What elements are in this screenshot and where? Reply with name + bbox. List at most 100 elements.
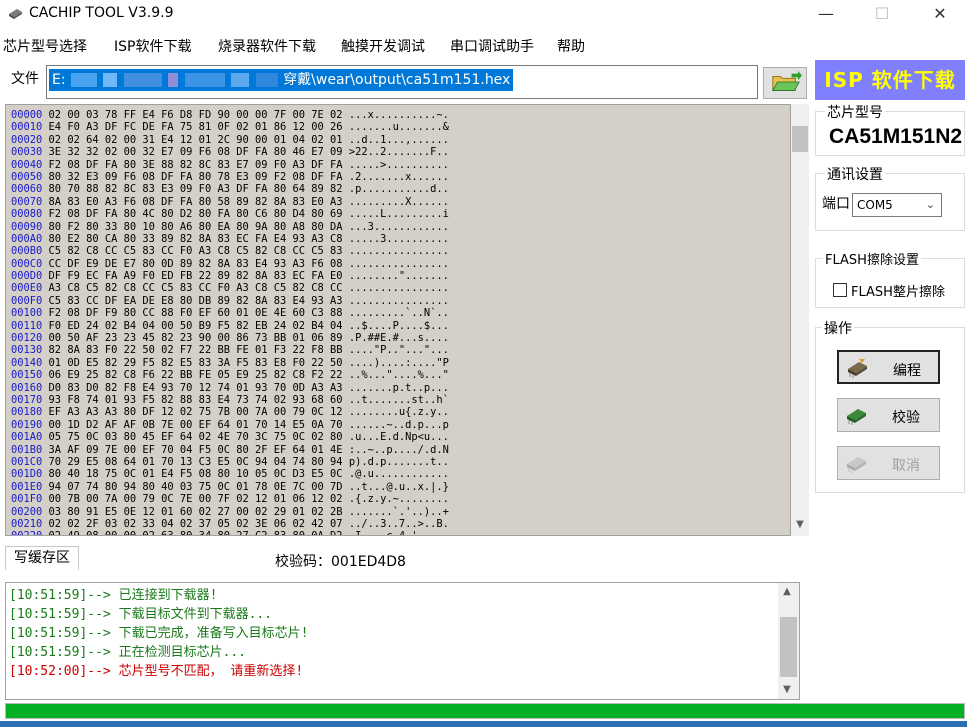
scroll-down-icon[interactable]: ▼ bbox=[778, 681, 796, 699]
hex-address: 000C0 bbox=[11, 257, 43, 270]
cancel-label: 取消 bbox=[892, 458, 920, 474]
hex-bytes: 00 50 AF 23 23 45 82 23 90 00 86 73 BB 0… bbox=[48, 332, 343, 345]
flash-erase-title: FLASH擦除设置 bbox=[823, 249, 921, 268]
hex-address: 000A0 bbox=[11, 232, 43, 245]
hex-address: 000D0 bbox=[11, 270, 43, 283]
chip-model-title: 芯片型号 bbox=[825, 102, 885, 122]
port-select[interactable]: COM5 ⌄ bbox=[852, 193, 942, 217]
hex-bytes: 00 7B 00 7A 00 79 0C 7E 00 7F 02 12 01 0… bbox=[48, 493, 343, 506]
hex-ascii: .p...........d.. bbox=[348, 183, 449, 196]
hex-address: 00070 bbox=[11, 195, 43, 208]
log-scrollbar[interactable]: ▲ ▼ bbox=[778, 583, 799, 699]
log-output[interactable]: [10:51:59]--> 已连接到下载器! [10:51:59]--> 下载目标… bbox=[5, 582, 800, 700]
hex-address: 00050 bbox=[11, 170, 43, 183]
log-message: 已连接到下载器! bbox=[118, 588, 218, 603]
scroll-up-icon[interactable]: ▲ bbox=[778, 583, 796, 601]
hex-line: 00180 EF A3 A3 A3 80 DF 12 02 75 7B 00 7… bbox=[11, 406, 790, 418]
hex-bytes: F2 08 DF F9 80 CC 88 F0 EF 60 01 0E 4E 6… bbox=[48, 307, 343, 320]
write-buffer-tab[interactable]: 写缓存区 bbox=[5, 546, 79, 570]
hex-address: 00000 bbox=[11, 109, 43, 121]
taskbar-strip bbox=[0, 721, 967, 727]
hex-bytes: 00 1D D2 AF AF 0B 7E 00 EF 64 01 70 14 E… bbox=[48, 418, 343, 431]
hex-scrollbar[interactable]: ▼ bbox=[791, 104, 809, 536]
hex-line: 00210 02 02 2F 03 02 33 04 02 37 05 02 3… bbox=[11, 518, 790, 530]
log-time: [10:51:59]--> bbox=[9, 645, 111, 660]
menu-programmer-download[interactable]: 烧录器软件下载 bbox=[218, 36, 316, 56]
hex-bytes: 3E 32 32 02 00 32 E7 09 F6 08 DF FA 80 4… bbox=[48, 146, 343, 159]
menu-serial-assistant[interactable]: 串口调试助手 bbox=[450, 36, 534, 56]
hex-ascii: .....L.........i bbox=[348, 208, 449, 221]
hex-line: 00110 F0 ED 24 02 B4 04 00 50 B9 F5 82 E… bbox=[11, 320, 790, 332]
hex-address: 00210 bbox=[11, 517, 43, 530]
hex-dump-view[interactable]: 00000 02 00 03 78 FF E4 F6 D8 FD 90 00 0… bbox=[5, 104, 791, 536]
chip-verify-icon bbox=[847, 409, 866, 425]
menu-isp-download[interactable]: ISP软件下载 bbox=[114, 36, 191, 56]
hex-address: 00160 bbox=[11, 381, 43, 394]
file-path-end: 穿戴\wear\output\ca51m151.hex bbox=[283, 72, 511, 88]
hex-ascii: ................ bbox=[348, 282, 449, 295]
hex-ascii: ...3............ bbox=[348, 220, 449, 233]
hex-line: 00140 01 0D E5 82 29 F5 82 E5 83 3A F5 8… bbox=[11, 357, 790, 369]
hex-line: 00060 80 70 88 82 8C 83 E3 09 F0 A3 DF F… bbox=[11, 183, 790, 195]
hex-address: 001A0 bbox=[11, 431, 43, 444]
verify-button[interactable]: 校验 bbox=[837, 398, 940, 432]
chip-app-icon bbox=[9, 9, 22, 19]
scroll-down-icon[interactable]: ▼ bbox=[791, 516, 809, 534]
cancel-button[interactable]: 取消 bbox=[837, 446, 940, 480]
hex-bytes: EF A3 A3 A3 80 DF 12 02 75 7B 00 7A 00 7… bbox=[48, 406, 343, 419]
hex-address: 000F0 bbox=[11, 294, 43, 307]
hex-line: 00020 02 02 64 02 00 31 E4 12 01 2C 90 0… bbox=[11, 134, 790, 146]
hex-bytes: E4 F0 A3 DF FC DE FA 75 81 0F 02 01 86 1… bbox=[48, 121, 343, 134]
hex-bytes: CC DF E9 DE E7 80 0D 89 82 8A 83 E4 93 A… bbox=[48, 257, 343, 270]
menu-help[interactable]: 帮助 bbox=[557, 36, 585, 56]
log-line: [10:51:59]--> 已连接到下载器! bbox=[9, 586, 799, 605]
hex-address: 00090 bbox=[11, 220, 43, 233]
hex-address: 001F0 bbox=[11, 493, 43, 506]
hex-line: 00100 F2 08 DF F9 80 CC 88 F0 EF 60 01 0… bbox=[11, 307, 790, 319]
hex-address: 00140 bbox=[11, 356, 43, 369]
redacted-block bbox=[231, 73, 250, 87]
flash-full-erase-checkbox[interactable] bbox=[833, 283, 847, 297]
window-title: CACHIP TOOL V3.9.9 bbox=[29, 5, 174, 21]
hex-address: 000B0 bbox=[11, 245, 43, 258]
operations-title: 操作 bbox=[822, 318, 854, 338]
hex-address: 00190 bbox=[11, 418, 43, 431]
hex-line: 001D0 80 40 18 75 0C 01 E4 F5 08 80 10 0… bbox=[11, 468, 790, 480]
hex-address: 00220 bbox=[11, 530, 42, 535]
minimize-button[interactable]: — bbox=[806, 4, 846, 26]
hex-bytes: C5 83 CC DF EA DE E8 80 DB 89 82 8A 83 E… bbox=[48, 294, 343, 307]
hex-ascii: ........u{.z.y.. bbox=[348, 406, 449, 419]
log-message: 正在检测目标芯片... bbox=[118, 645, 247, 660]
flash-full-erase-label[interactable]: FLASH整片擦除 bbox=[851, 281, 945, 300]
hex-address: 00110 bbox=[11, 319, 43, 332]
hex-ascii: .I....c.4.'..... bbox=[349, 530, 449, 535]
hex-address: 00060 bbox=[11, 183, 43, 196]
chip-cancel-icon bbox=[847, 457, 866, 473]
menu-touch-debug[interactable]: 触摸开发调试 bbox=[341, 36, 425, 56]
hex-line: 001B0 3A AF 09 7E 00 EF 70 04 F5 0C 80 2… bbox=[11, 444, 790, 456]
hex-address: 00150 bbox=[11, 369, 43, 382]
hex-address: 00120 bbox=[11, 332, 43, 345]
hex-ascii: ................ bbox=[348, 257, 449, 270]
log-scroll-thumb[interactable] bbox=[780, 617, 797, 677]
hex-line: 001A0 05 75 0C 03 80 45 EF 64 02 4E 70 3… bbox=[11, 431, 790, 443]
close-button[interactable]: ✕ bbox=[920, 4, 960, 26]
hex-scroll-thumb[interactable] bbox=[792, 126, 808, 152]
hex-bytes: 82 8A 83 F0 22 50 02 F7 22 BB FE 01 F3 2… bbox=[48, 344, 343, 357]
verify-label: 校验 bbox=[892, 410, 920, 426]
hex-bytes: C5 82 C8 CC C5 83 CC F0 A3 C8 C5 82 C8 C… bbox=[48, 245, 343, 258]
hex-ascii: p).d.p.......t.. bbox=[348, 455, 449, 468]
file-label: 文件 bbox=[11, 71, 39, 87]
file-path-input[interactable]: E: 穿戴\wear\output\ca51m151.hex bbox=[46, 65, 758, 99]
maximize-button[interactable]: ☐ bbox=[862, 4, 902, 26]
hex-address: 00180 bbox=[11, 406, 43, 419]
hex-bytes: D0 83 D0 82 F8 E4 93 70 12 74 01 93 70 0… bbox=[48, 381, 343, 394]
hex-address: 00080 bbox=[11, 208, 43, 221]
menu-chip-select[interactable]: 芯片型号选择 bbox=[3, 36, 87, 56]
program-button[interactable]: 编程 bbox=[837, 350, 940, 384]
open-file-button[interactable] bbox=[763, 67, 807, 99]
chip-program-icon bbox=[848, 359, 867, 378]
hex-address: 001C0 bbox=[11, 455, 43, 468]
hex-line: 000A0 80 E2 80 CA 80 33 89 82 8A 83 EC F… bbox=[11, 233, 790, 245]
redacted-block bbox=[103, 73, 118, 87]
